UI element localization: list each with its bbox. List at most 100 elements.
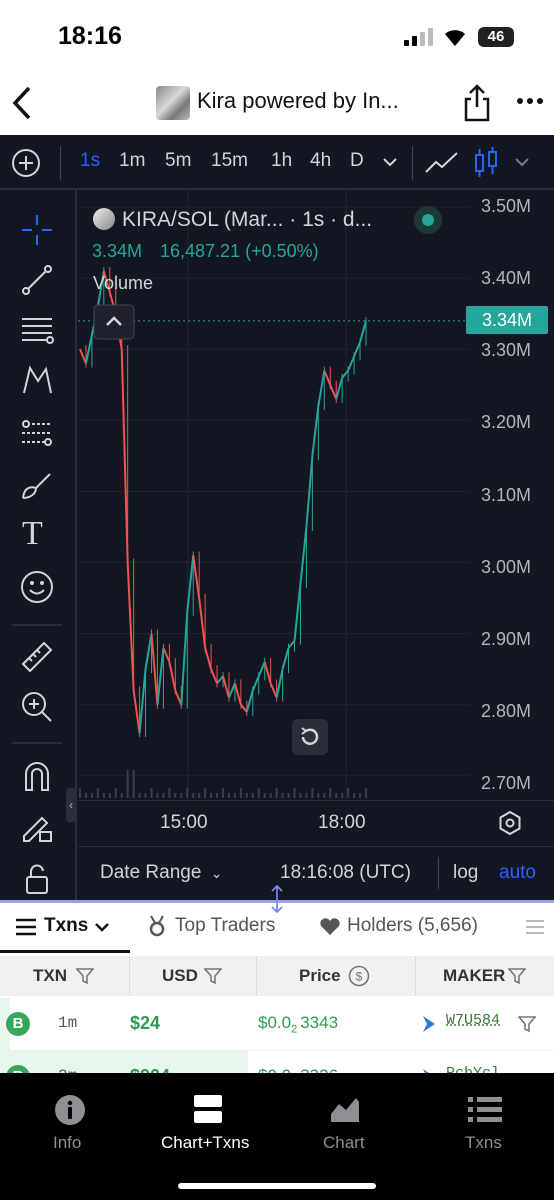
- log-scale-toggle[interactable]: log: [453, 862, 478, 884]
- price-segment: [233, 683, 242, 705]
- volume-bar: [204, 788, 207, 798]
- volume-bar: [317, 793, 320, 798]
- volume-bar: [359, 793, 362, 798]
- filter-icon[interactable]: [76, 967, 94, 985]
- candlestick-chart-type-icon[interactable]: [473, 146, 499, 180]
- price-segment: [347, 355, 356, 371]
- timeframe-1s[interactable]: 1s: [80, 150, 100, 172]
- price-segment: [240, 704, 248, 713]
- status-time: 18:16: [58, 22, 122, 50]
- live-status-dot: [414, 206, 442, 234]
- volume-bar: [192, 793, 195, 798]
- reset-chart-icon[interactable]: [292, 719, 328, 755]
- nav-chart-txns-label: Chart+Txns: [161, 1133, 250, 1152]
- emoji-icon[interactable]: [20, 570, 54, 604]
- header-divider: [415, 956, 416, 996]
- filter-icon[interactable]: [204, 967, 222, 985]
- fib-retracement-icon[interactable]: [20, 313, 54, 347]
- price-segment: [281, 647, 290, 670]
- price-segment: [329, 384, 338, 400]
- chart-type-dropdown-chevron-icon[interactable]: [514, 156, 530, 168]
- tab-holders[interactable]: Holders (5,656): [347, 915, 478, 937]
- price-segment: [222, 675, 230, 698]
- timeframe-d[interactable]: D: [350, 150, 364, 172]
- volume-bar: [275, 788, 278, 798]
- status-bar: 18:16 46: [0, 0, 554, 75]
- collapse-legend-button[interactable]: [93, 304, 135, 340]
- filter-icon[interactable]: [518, 1015, 536, 1033]
- price-segment: [126, 562, 135, 691]
- volume-bar: [144, 793, 147, 798]
- y-tick-label: 2.70M: [481, 773, 532, 793]
- price-segment: [198, 597, 207, 648]
- y-tick-label: 3.20M: [481, 412, 532, 432]
- collapse-toolbar-handle[interactable]: ‹: [66, 788, 76, 822]
- token-logo-icon: [93, 208, 115, 230]
- add-indicator-icon[interactable]: [11, 148, 41, 178]
- chart-symbol: KIRA/SOL (Mar... · 1s · d...: [122, 208, 373, 231]
- share-icon[interactable]: [462, 83, 492, 123]
- tools-divider: [12, 624, 62, 626]
- volume-label: Volume: [93, 273, 154, 293]
- more-options-icon[interactable]: [516, 97, 544, 105]
- back-chevron-icon[interactable]: [10, 85, 34, 121]
- nav-info-label: Info: [53, 1133, 82, 1152]
- auto-scale-toggle[interactable]: auto: [499, 862, 536, 884]
- currency-toggle-icon[interactable]: $: [348, 965, 370, 987]
- toolbar-divider: [60, 146, 61, 180]
- tab-top-traders[interactable]: Top Traders: [175, 915, 275, 937]
- ruler-icon[interactable]: [20, 640, 54, 674]
- volume-bar: [245, 793, 248, 798]
- info-icon: [55, 1095, 85, 1125]
- crosshair-icon[interactable]: [20, 213, 54, 247]
- pattern-tool-icon[interactable]: [20, 363, 54, 397]
- volume-bar: [168, 788, 171, 798]
- app-header: Kira powered by In...: [0, 75, 554, 135]
- y-tick-label: 2.80M: [481, 701, 532, 721]
- trend-line-icon[interactable]: [20, 263, 54, 297]
- header-divider: [256, 956, 257, 996]
- tab-txns-label: Txns: [44, 915, 89, 936]
- price-segment: [79, 348, 87, 364]
- buy-badge: B: [6, 1012, 30, 1036]
- timeframe-1m[interactable]: 1m: [119, 150, 145, 172]
- wifi-icon: [445, 30, 465, 46]
- timeframe-5m[interactable]: 5m: [165, 150, 191, 172]
- price-segment: [299, 526, 308, 584]
- price-segment: [174, 690, 183, 706]
- volume-bar: [174, 793, 177, 798]
- volume-bar: [353, 793, 356, 798]
- brush-icon[interactable]: [20, 468, 54, 502]
- timeframe-15m[interactable]: 15m: [211, 150, 248, 172]
- table-row[interactable]: B 1m $24 $0.02 3343 W7U584: [0, 998, 554, 1051]
- timeframe-4h[interactable]: 4h: [310, 150, 331, 172]
- filter-icon[interactable]: [508, 967, 526, 985]
- chart-footer-separator: [78, 846, 554, 847]
- volume-bar: [287, 793, 290, 798]
- chart-settings-icon[interactable]: [497, 810, 523, 836]
- price-segment: [150, 633, 159, 705]
- timeframe-1h[interactable]: 1h: [271, 150, 292, 172]
- ohlc-change: 16,487.21 (+0.50%): [160, 241, 319, 261]
- more-tabs-icon[interactable]: [526, 919, 544, 935]
- prediction-tool-icon[interactable]: [20, 416, 54, 450]
- zoom-in-icon[interactable]: [20, 690, 54, 724]
- volume-bar: [365, 788, 367, 798]
- magnet-icon[interactable]: [20, 760, 54, 794]
- price-segment: [287, 640, 296, 649]
- volume-bar: [102, 793, 105, 798]
- volume-bar: [311, 788, 314, 798]
- maker-address[interactable]: W7U584: [446, 1012, 500, 1029]
- medal-icon: [149, 915, 165, 937]
- price-segment: [192, 555, 201, 599]
- line-chart-type-icon[interactable]: [424, 150, 460, 176]
- volume-bar: [323, 793, 326, 798]
- lock-drawings-icon[interactable]: [20, 810, 54, 844]
- price-segment: [138, 669, 147, 734]
- date-range-button[interactable]: Date Range ⌄: [100, 862, 222, 884]
- resize-handle-icon[interactable]: [269, 884, 285, 914]
- toolbar-divider: [412, 146, 413, 180]
- text-tool-icon[interactable]: T: [22, 515, 43, 553]
- timeframe-dropdown-chevron-icon[interactable]: [382, 156, 398, 168]
- unlock-icon[interactable]: [20, 862, 54, 896]
